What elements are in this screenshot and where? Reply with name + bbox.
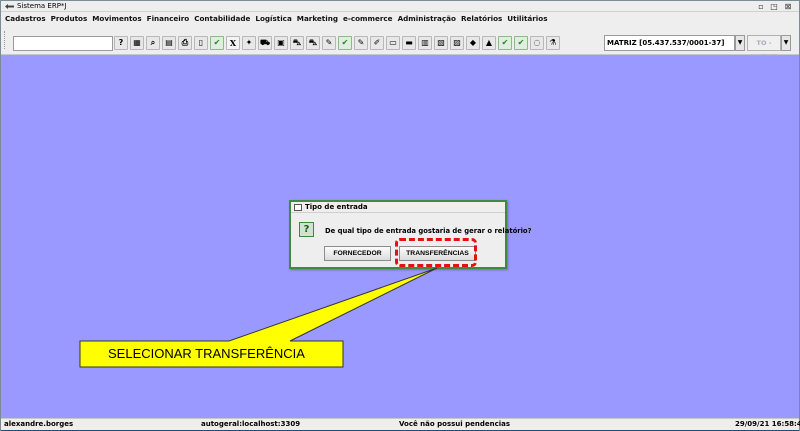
- menu-financeiro[interactable]: Financeiro: [147, 13, 190, 24]
- app-icon: [5, 4, 14, 9]
- maximize-button[interactable]: ◳: [769, 2, 779, 11]
- flask-icon[interactable]: ⚗: [546, 36, 560, 50]
- pos-icon[interactable]: ▧: [434, 36, 448, 50]
- edit-icon[interactable]: ✎: [354, 36, 368, 50]
- status-bar: alexandre.borges autogeral:localhost:330…: [1, 418, 800, 430]
- highlight-box: [395, 238, 477, 267]
- search-input[interactable]: [13, 36, 113, 51]
- excel-icon[interactable]: X: [226, 36, 240, 50]
- menu-logistica[interactable]: Logística: [255, 13, 291, 24]
- check-icon[interactable]: ✔: [338, 36, 352, 50]
- toolbar-grip[interactable]: [4, 31, 6, 49]
- print-icon[interactable]: ⎙: [178, 36, 192, 50]
- help-icon[interactable]: ?: [114, 36, 128, 50]
- register-icon[interactable]: ▨: [450, 36, 464, 50]
- menu-administracao[interactable]: Administração: [398, 13, 456, 24]
- tools-icon[interactable]: ✦: [242, 36, 256, 50]
- terminal-icon[interactable]: ▥: [418, 36, 432, 50]
- toolbar: ? ▦ ⌕ ▤ ⎙ ▯ ✔ X ✦ ⛟ ▣ ⛍ ⛍ ✎ ✔ ✎ ✐ ▭ ▬ ▥ ▧ ▨ ◆ ▲ ✔ ✔ ◌ ⚗ MATRIZ [05.…: [1, 25, 799, 61]
- menu-cadastros[interactable]: Cadastros: [5, 13, 46, 24]
- document-icon[interactable]: ▯: [194, 36, 208, 50]
- callout-label: SELECIONAR TRANSFERÊNCIA: [108, 346, 305, 361]
- bottle-icon[interactable]: ◌: [530, 36, 544, 50]
- picture-icon[interactable]: ▣: [274, 36, 288, 50]
- menu-bar: Cadastros Produtos Movimentos Financeiro…: [1, 12, 799, 25]
- toolbar-icons: ? ▦ ⌕ ▤ ⎙ ▯ ✔ X ✦ ⛟ ▣ ⛍ ⛍ ✎ ✔ ✎ ✐ ▭ ▬ ▥ ▧ ▨ ◆ ▲ ✔ ✔ ◌ ⚗: [114, 35, 562, 51]
- menu-produtos[interactable]: Produtos: [51, 13, 88, 24]
- search-record-icon[interactable]: ⌕: [146, 36, 160, 50]
- check-icon[interactable]: ✔: [514, 36, 528, 50]
- title-bar: Sistema ERP*J ▫ ◳ ⊠: [1, 1, 799, 12]
- menu-ecommerce[interactable]: e-commerce: [343, 13, 393, 24]
- state-dropdown-icon[interactable]: ▼: [781, 35, 791, 51]
- close-button[interactable]: ⊠: [783, 2, 793, 11]
- tag-icon[interactable]: ◆: [466, 36, 480, 50]
- company-select[interactable]: MATRIZ [05.437.537/0001-37]: [604, 35, 735, 51]
- menu-relatorios[interactable]: Relatórios: [461, 13, 502, 24]
- status-pending: Você não possui pendencias: [399, 420, 511, 428]
- dialog-window-icon: [294, 204, 302, 211]
- check-icon[interactable]: ✔: [210, 36, 224, 50]
- dialog-title-bar: Tipo de entrada: [291, 202, 505, 213]
- status-server: autogeral:localhost:3309: [201, 420, 301, 428]
- dialog-title: Tipo de entrada: [305, 203, 368, 211]
- fornecedor-button[interactable]: FORNECEDOR: [324, 246, 391, 261]
- menu-contabilidade[interactable]: Contabilidade: [194, 13, 250, 24]
- card-icon[interactable]: ▭: [386, 36, 400, 50]
- status-user: alexandre.borges: [4, 420, 74, 428]
- calculator-icon[interactable]: ▦: [130, 36, 144, 50]
- report-icon[interactable]: ▤: [162, 36, 176, 50]
- cash-register-icon[interactable]: ▬: [402, 36, 416, 50]
- pen-icon[interactable]: ✐: [370, 36, 384, 50]
- warning-icon[interactable]: ▲: [482, 36, 496, 50]
- state-select[interactable]: TO - MATRIZ: [747, 35, 781, 61]
- cart-add-icon[interactable]: ⛍: [306, 36, 320, 50]
- check-icon[interactable]: ✔: [498, 36, 512, 50]
- truck-icon[interactable]: ⛟: [258, 36, 272, 50]
- question-icon: ?: [299, 222, 314, 237]
- window-title: Sistema ERP*J: [17, 2, 67, 10]
- dialog-message: De qual tipo de entrada gostaria de gera…: [325, 227, 532, 235]
- menu-movimentos[interactable]: Movimentos: [92, 13, 141, 24]
- status-datetime: 29/09/21 16:58:44: [735, 420, 800, 428]
- minimize-button[interactable]: ▫: [756, 2, 766, 11]
- pencil-icon[interactable]: ✎: [322, 36, 336, 50]
- cart-icon[interactable]: ⛍: [290, 36, 304, 50]
- menu-utilitarios[interactable]: Utilitários: [507, 13, 547, 24]
- company-dropdown-icon[interactable]: ▼: [735, 35, 745, 51]
- menu-marketing[interactable]: Marketing: [297, 13, 338, 24]
